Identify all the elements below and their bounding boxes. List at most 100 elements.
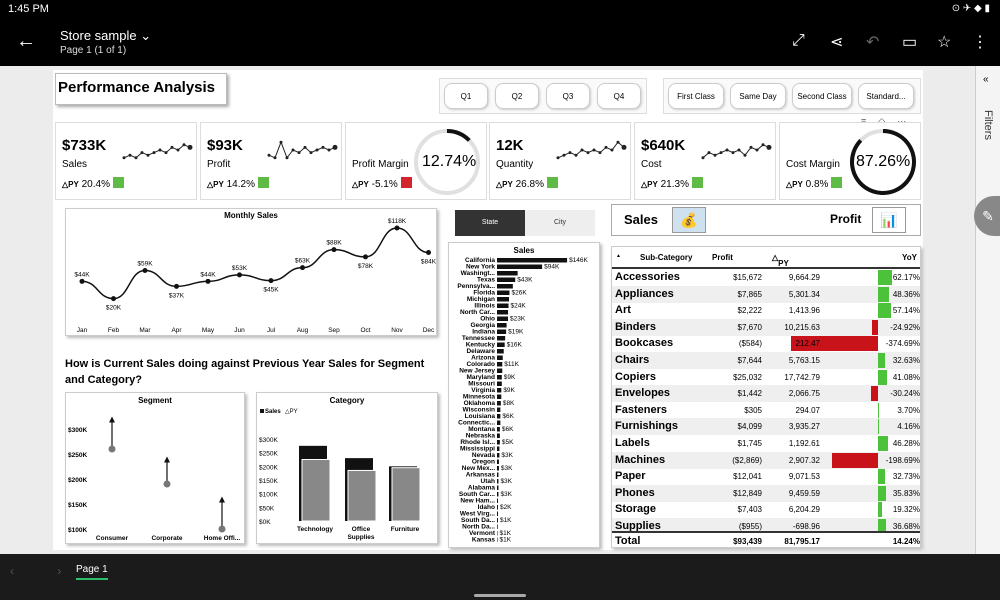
- category-chart[interactable]: Category Sales △PY $300K $250K $200K $150K $10…: [256, 392, 438, 544]
- header-sub-category[interactable]: Sub-Category: [640, 253, 692, 262]
- segment-arrow: [164, 456, 170, 463]
- table-row[interactable]: Copiers $25,032 17,742.79 41.08%: [612, 369, 920, 386]
- state-bar: [497, 492, 499, 497]
- slicer-q3[interactable]: Q3: [546, 83, 590, 109]
- state-bar: [497, 284, 513, 289]
- row-yoy: 62.17%: [892, 273, 920, 282]
- sparkline-point: [743, 153, 747, 157]
- slicer-second-class[interactable]: Second Class: [792, 83, 852, 109]
- sparkline-point: [761, 143, 765, 147]
- line-point: [300, 265, 305, 271]
- row-profit: ($2,869): [732, 455, 762, 465]
- table-row[interactable]: Storage $7,403 6,204.29 19.32%: [612, 501, 920, 518]
- row-yoy: -198.69%: [885, 455, 920, 465]
- page-nav-arrows[interactable]: ‹ ›: [10, 564, 81, 578]
- back-arrow-icon[interactable]: ←: [16, 30, 36, 53]
- y-tick-label: $0K: [259, 519, 271, 526]
- header-profit[interactable]: Profit: [712, 253, 733, 262]
- share-icon[interactable]: ⋖: [830, 32, 843, 52]
- money-bag-icon[interactable]: 💰: [672, 207, 706, 233]
- row-py: 5,763.15: [788, 356, 820, 365]
- report-title-dropdown[interactable]: Store sample ⌄: [60, 28, 151, 44]
- kpi-card-cost[interactable]: $640K Cost △PY 21.3%: [634, 122, 776, 200]
- slicer-q2[interactable]: Q2: [495, 83, 539, 109]
- state-bar: [497, 394, 502, 399]
- table-row[interactable]: Appliances $7,865 5,301.34 48.36%: [612, 285, 920, 303]
- kpi-card-sales[interactable]: $733K Sales △PY 20.4%: [55, 122, 197, 200]
- table-header: Sub-Category Profit △ PY YoY ▲: [612, 247, 920, 269]
- favorite-star-icon[interactable]: ☆: [937, 32, 951, 52]
- table-row[interactable]: Furnishings $4,099 3,935.27 4.16%: [612, 418, 920, 436]
- sparkline-point: [737, 148, 741, 152]
- kpi-card-quantity[interactable]: 12K Quantity △PY 26.8%: [489, 122, 631, 200]
- data-label: $118K: [388, 218, 407, 225]
- more-options-icon[interactable]: ⋮: [972, 32, 988, 52]
- line-chart-svg: $44K Jan $20K Feb $59K Mar $37K Apr $44K May $53K J…: [74, 218, 436, 334]
- slicer-first-class[interactable]: First Class: [668, 83, 724, 109]
- state-bar: [497, 258, 568, 263]
- table-row[interactable]: Bookcases ($584) 212.47 -374.69%: [612, 335, 920, 352]
- row-py: 10,215.63: [784, 322, 820, 332]
- state-value-label: $9K: [503, 387, 515, 394]
- state-bar: [497, 264, 543, 269]
- table-row[interactable]: Chairs $7,644 5,763.15 32.63%: [612, 352, 920, 369]
- state-bar: [497, 518, 498, 523]
- segment-chart[interactable]: Segment $300K $250K $200K $150K $100K Consume…: [65, 392, 245, 544]
- table-row[interactable]: Accessories $15,672 9,664.29 62.17%: [612, 269, 920, 286]
- row-py: 2,907.32: [788, 455, 820, 465]
- category-bar-py: [391, 467, 421, 522]
- table-row[interactable]: Fasteners $305 294.07 3.70%: [612, 402, 920, 419]
- city-button[interactable]: City: [525, 210, 595, 236]
- sparkline-path: [557, 141, 625, 159]
- sparkline-point: [568, 151, 572, 155]
- state-value-label: $1K: [500, 517, 512, 524]
- collapse-chevron-icon[interactable]: «: [983, 74, 989, 85]
- state-chart-svg: California $146KNew York $94KWashingt...Te…: [457, 257, 588, 544]
- sparkline-point: [332, 144, 338, 150]
- state-button[interactable]: State: [455, 210, 525, 236]
- slicer-q1[interactable]: Q1: [444, 83, 488, 109]
- row-sub-category: Accessories: [615, 271, 680, 283]
- gauge-value: 12.74%: [422, 153, 477, 170]
- state-value-label: $26K: [511, 290, 527, 297]
- state-sales-chart[interactable]: Sales California $146K New York $94K Washing…: [448, 242, 600, 548]
- table-row[interactable]: Binders $7,670 10,215.63 -24.92%: [612, 318, 920, 336]
- sparkline-point: [327, 148, 331, 152]
- kpi-label: Profit: [207, 159, 231, 170]
- table-row[interactable]: Machines ($2,869) 2,907.32 -198.69%: [612, 451, 920, 469]
- table-row[interactable]: Paper $12,041 9,071.53 32.73%: [612, 468, 920, 485]
- monthly-sales-chart[interactable]: Monthly Sales $44K Jan $20K Feb $59K Mar $37K A…: [65, 208, 437, 336]
- header-yoy[interactable]: YoY: [902, 253, 917, 262]
- filters-pane[interactable]: « Filters: [975, 66, 1000, 554]
- sparkline: [701, 143, 772, 160]
- slicer-standard[interactable]: Standard...: [858, 83, 914, 109]
- kpi-card-profit[interactable]: $93K Profit △PY 14.2%: [200, 122, 342, 200]
- kpi-card-profit-margin[interactable]: Profit Margin △PY -5.1% 12.74%: [345, 122, 487, 200]
- table-row[interactable]: Labels $1,745 1,192.61 46.28%: [612, 435, 920, 452]
- undo-icon[interactable]: ↶: [866, 32, 879, 52]
- header-py[interactable]: △ PY: [772, 253, 789, 268]
- sort-arrow-icon[interactable]: ▲: [616, 253, 621, 259]
- profit-toggle-label[interactable]: Profit: [830, 212, 861, 226]
- state-value-label: $6K: [502, 426, 514, 433]
- bar-chart-icon[interactable]: 📊: [872, 207, 906, 233]
- state-bar: [497, 414, 501, 419]
- table-row[interactable]: Phones $12,849 9,459.59 35.83%: [612, 484, 920, 502]
- state-value-label: $8K: [503, 400, 515, 407]
- y-tick-label: $50K: [259, 505, 275, 512]
- expand-icon[interactable]: ⤢: [792, 32, 805, 50]
- sparkline-point: [297, 151, 301, 155]
- kpi-card-cost-margin[interactable]: Cost Margin △PY 0.8% 87.26%: [779, 122, 921, 200]
- table-row[interactable]: Envelopes $1,442 2,066.75 -30.24%: [612, 385, 920, 403]
- sales-toggle-label[interactable]: Sales: [624, 212, 658, 227]
- comment-icon[interactable]: ▭: [902, 32, 917, 52]
- row-sub-category: Storage: [615, 503, 656, 516]
- state-value-label: $6K: [502, 413, 514, 420]
- subcategory-table[interactable]: Sub-Category Profit △ PY YoY ▲ Accessorie…: [611, 246, 921, 548]
- sparkline-point: [146, 153, 150, 157]
- table-row[interactable]: Art $2,222 1,413.96 57.14%: [612, 302, 920, 319]
- slicer-q4[interactable]: Q4: [597, 83, 641, 109]
- slicer-same-day[interactable]: Same Day: [730, 83, 786, 109]
- state-value-label: $11K: [504, 361, 519, 368]
- page-tab-1[interactable]: Page 1: [76, 564, 108, 580]
